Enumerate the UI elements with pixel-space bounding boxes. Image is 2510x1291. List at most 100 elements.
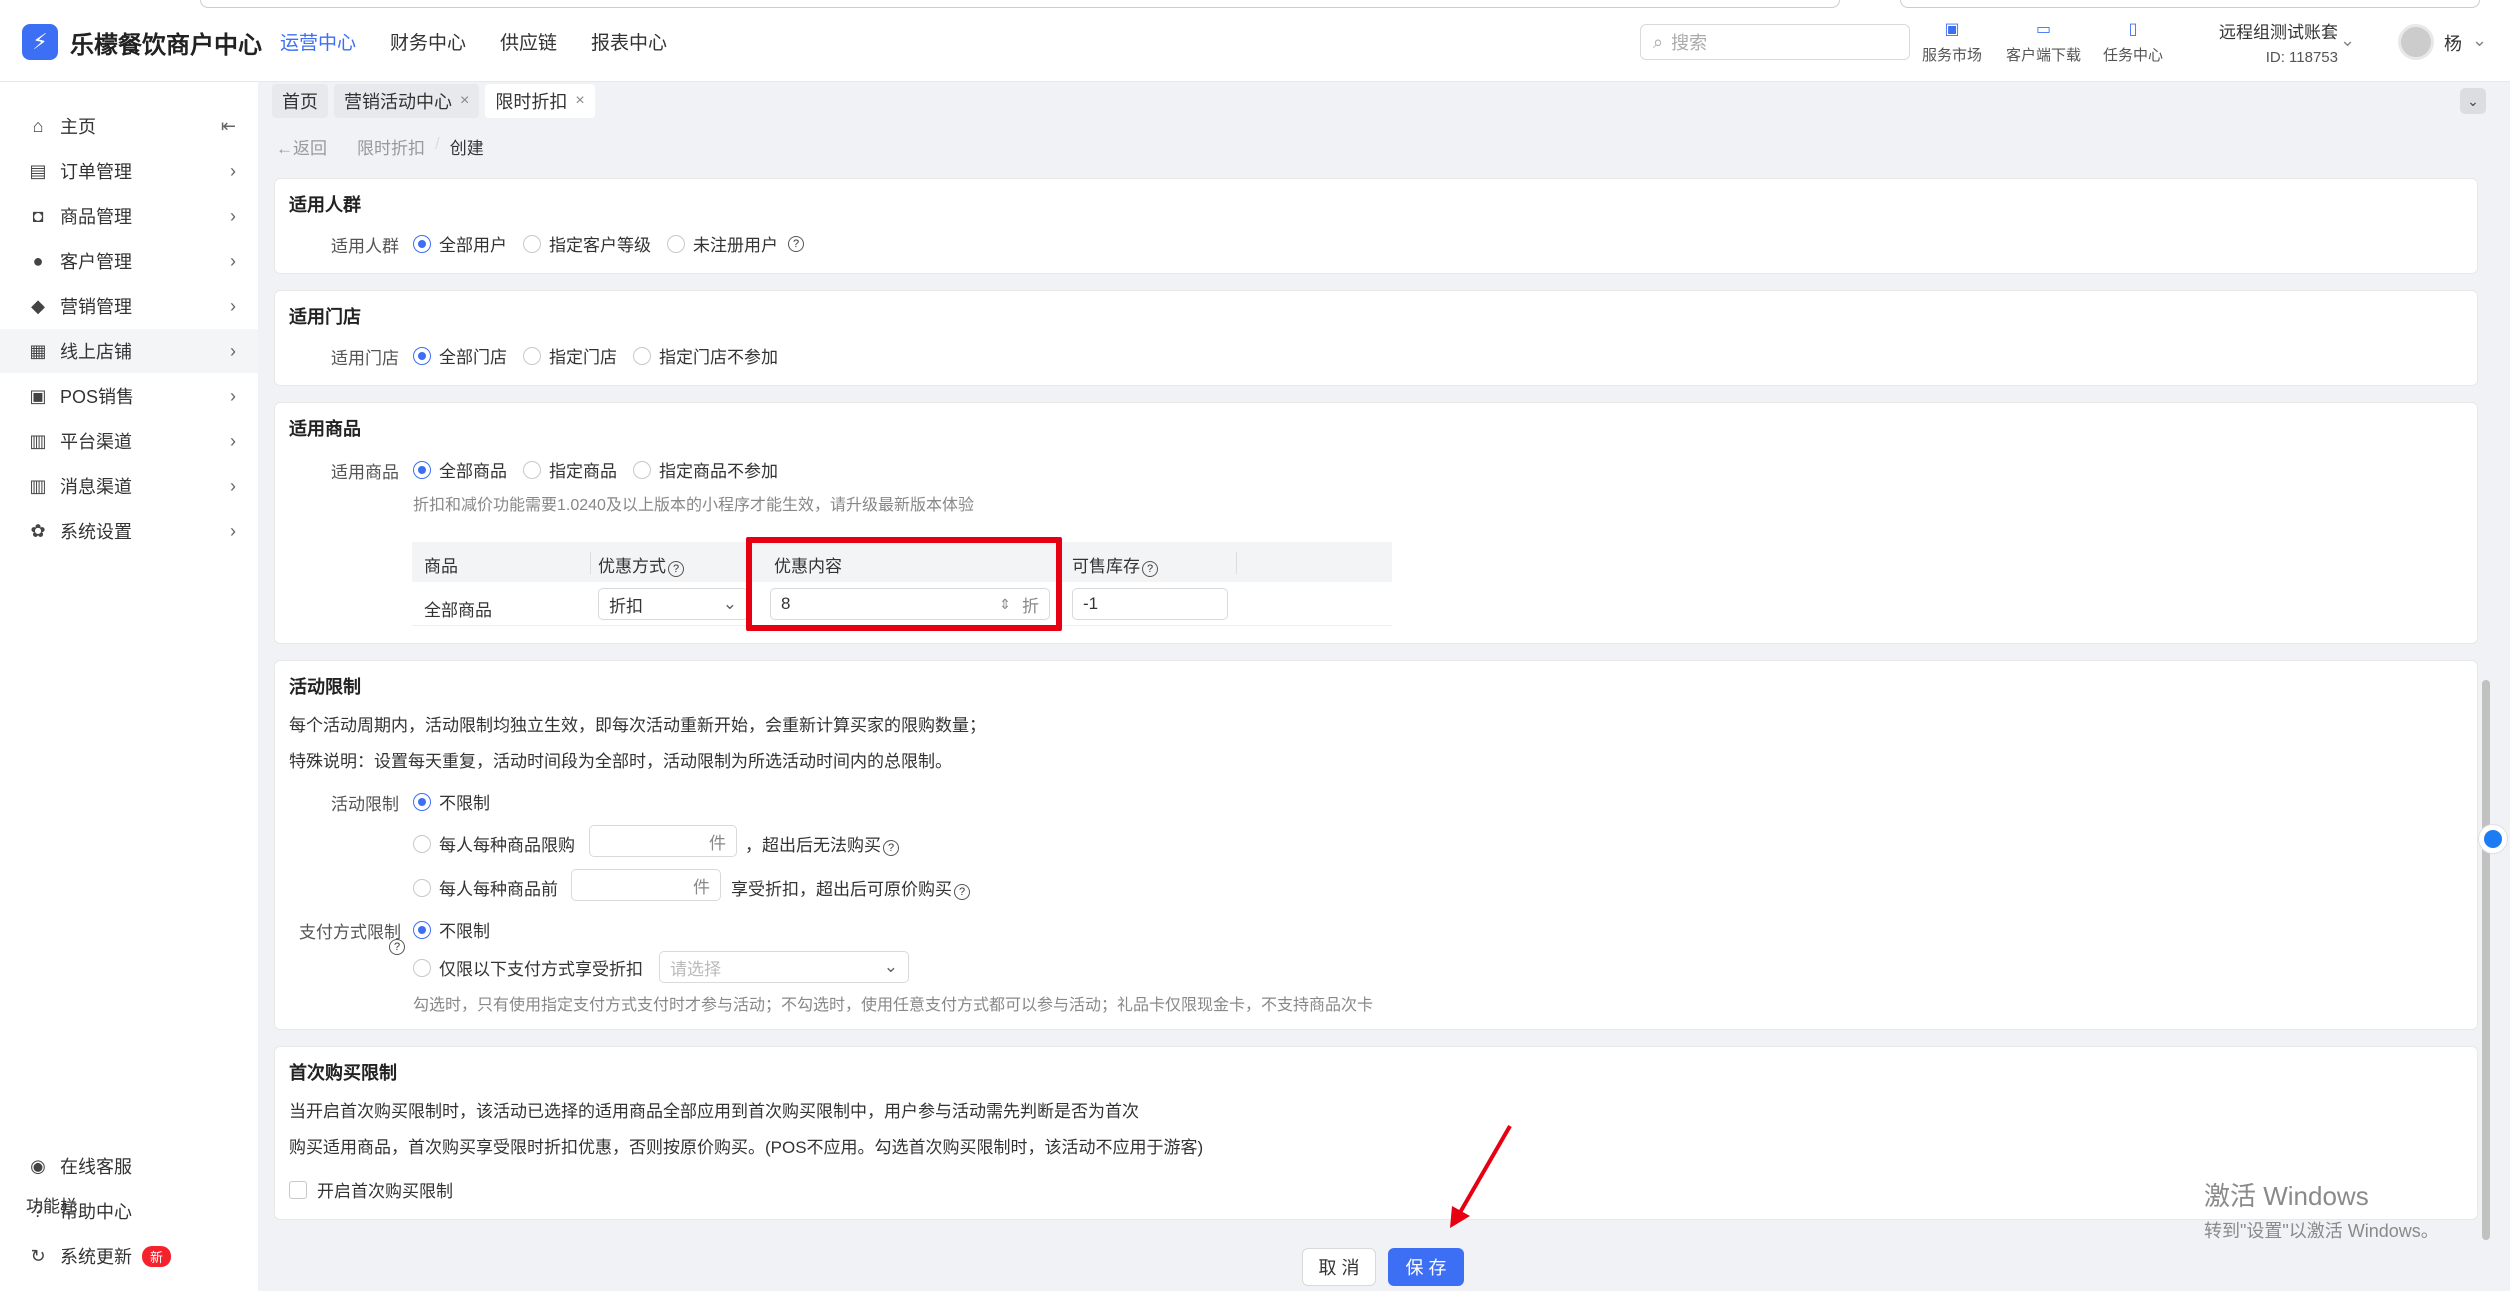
sidebar-item-platform-channels[interactable]: ▥ 平台渠道 › [0, 419, 258, 463]
radio-unregistered[interactable]: 未注册用户? [667, 231, 804, 256]
pay-limit-label: 支付方式限制 [299, 918, 401, 943]
close-icon[interactable]: × [575, 92, 584, 110]
pay-radio-none[interactable]: 不限制 [413, 917, 490, 942]
pay-radio-only[interactable]: 仅限以下支付方式享受折扣 [413, 955, 643, 980]
chat-float-button[interactable] [2478, 824, 2508, 854]
chevron-down-icon[interactable]: ⌄ [2472, 30, 2487, 51]
limit-first-suffix: 享受折扣，超出后可原价购买? [731, 875, 970, 900]
user-icon: ● [32, 250, 44, 271]
help-icon[interactable]: ? [668, 561, 684, 577]
footer-bar [258, 1234, 2510, 1291]
collapse-sidebar-icon[interactable]: ⇤ [221, 116, 236, 137]
scrollbar[interactable] [2482, 680, 2490, 1240]
help-icon[interactable]: ? [1142, 561, 1158, 577]
close-icon[interactable]: × [460, 92, 469, 110]
top-nav: 运营中心 财务中心 供应链 报表中心 [280, 28, 667, 55]
radio-dot [633, 346, 651, 365]
payment-method-select[interactable]: 请选择 ⌄ [659, 951, 909, 983]
radio-dot [413, 792, 431, 811]
radio-all-goods[interactable]: 全部商品 [413, 457, 507, 482]
nav-supply-chain[interactable]: 供应链 [500, 28, 557, 55]
sidebar-item-online-support[interactable]: ◉ 在线客服 [0, 1144, 258, 1188]
tool-task-center[interactable]: ▯ 任务中心 [2103, 18, 2163, 65]
help-icon[interactable]: ? [883, 840, 899, 856]
user-name[interactable]: 杨 [2444, 30, 2462, 56]
clipboard-icon: ▯ [2128, 21, 2138, 38]
breadcrumb-parent[interactable]: 限时折扣 [357, 134, 425, 159]
sidebar-item-products[interactable]: ◘ 商品管理 › [0, 194, 258, 238]
windows-activation-watermark: 激活 Windows 转到"设置"以激活 Windows。 [2204, 1176, 2439, 1243]
app-title: 乐檬餐饮商户中心 [70, 31, 262, 59]
sidebar-item-settings[interactable]: ✿ 系统设置 › [0, 509, 258, 553]
tab-bar: 首页 营销活动中心 × 限时折扣 × [272, 84, 595, 118]
sidebar-item-marketing[interactable]: ◆ 营销管理 › [0, 284, 258, 328]
radio-specified-stores[interactable]: 指定门店 [523, 343, 617, 368]
breadcrumb-current: 创建 [449, 139, 484, 158]
tab-home[interactable]: 首页 [272, 84, 328, 118]
chevron-down-icon[interactable]: ⌄ [2340, 30, 2355, 51]
sidebar-item-orders[interactable]: ▤ 订单管理 › [0, 149, 258, 193]
tab-label: 营销活动中心 [344, 92, 452, 112]
first-buy-checkbox[interactable]: 开启首次购买限制 [289, 1177, 453, 1202]
save-button[interactable]: 保 存 [1388, 1248, 1464, 1286]
help-icon[interactable]: ? [954, 884, 970, 900]
goods-radio-group: 全部商品 指定商品 指定商品不参加 [413, 457, 778, 482]
chevron-down-icon: ⌄ [883, 957, 898, 976]
suffix-text: ，超出后无法购买 [745, 836, 881, 855]
radio-customer-level[interactable]: 指定客户等级 [523, 231, 651, 256]
account-switcher[interactable]: 远程组测试账套 ID: 118753 [2218, 18, 2338, 66]
help-icon[interactable]: ? [788, 235, 804, 252]
radio-label: 未注册用户 [693, 236, 778, 255]
sidebar-item-label: 帮助中心 [60, 1202, 132, 1222]
help-icon: ? [32, 1200, 43, 1221]
sidebar-item-label: 订单管理 [60, 162, 132, 182]
radio-excluded-goods[interactable]: 指定商品不参加 [633, 457, 778, 482]
tab-dropdown-button[interactable]: ⌄ [2460, 88, 2486, 114]
logo-icon: ⚡ [22, 24, 58, 60]
tool-client-download[interactable]: ▭ 客户端下载 [2006, 18, 2081, 65]
th-product: 商品 [424, 557, 458, 576]
sidebar-item-home[interactable]: ⌂ 主页 ⇤ [0, 104, 258, 148]
sidebar-item-help[interactable]: ? 帮助中心 [0, 1189, 258, 1233]
sidebar-item-pos[interactable]: ▣ POS销售 › [0, 374, 258, 418]
radio-dot [413, 878, 431, 897]
radio-specified-goods[interactable]: 指定商品 [523, 457, 617, 482]
avatar[interactable] [2398, 24, 2434, 60]
limits-section: 活动限制 每个活动周期内，活动限制均独立生效，即每次活动重新开始，会重新计算买家… [274, 660, 2478, 1030]
tab-limited-discount[interactable]: 限时折扣 × [485, 84, 595, 118]
chevron-down-icon: ⌄ [2467, 92, 2479, 109]
first-buy-section: 首次购买限制 当开启首次购买限制时，该活动已选择的适用商品全部应用到首次购买限制… [274, 1046, 2478, 1220]
limit-radio-each[interactable]: 每人每种商品限购 [413, 831, 575, 856]
stock-input[interactable]: -1 [1072, 588, 1228, 620]
method-select[interactable]: 折扣 ⌄ [598, 588, 748, 620]
sidebar-item-message-channels[interactable]: ▥ 消息渠道 › [0, 464, 258, 508]
radio-all-stores[interactable]: 全部门店 [413, 343, 507, 368]
limit-radio-first[interactable]: 每人每种商品前 [413, 875, 558, 900]
payment-note: 勾选时，只有使用指定支付方式支付时才参与活动；不勾选时，使用任意支付方式都可以参… [413, 997, 1374, 1014]
back-link[interactable]: ←返回 [276, 134, 327, 159]
purchase-limit-input[interactable]: 件 [589, 825, 737, 857]
radio-excluded-stores[interactable]: 指定门店不参加 [633, 343, 778, 368]
cancel-button[interactable]: 取 消 [1302, 1248, 1376, 1286]
nav-finance[interactable]: 财务中心 [390, 28, 466, 55]
section-title: 首次购买限制 [289, 1063, 397, 1083]
limit-radio-none[interactable]: 不限制 [413, 789, 490, 814]
nav-operations[interactable]: 运营中心 [280, 28, 356, 55]
sidebar-item-online-store[interactable]: ▦ 线上店铺 › [0, 329, 258, 373]
sidebar-item-label: 在线客服 [60, 1157, 132, 1177]
search-input[interactable]: ⌕ 搜索 [1640, 24, 1910, 60]
sidebar-item-system-update[interactable]: ↻ 系统更新 新 [0, 1234, 258, 1278]
app-logo[interactable]: ⚡ 乐檬餐饮商户中心 [22, 24, 262, 60]
sidebar-item-label: 主页 [60, 117, 96, 137]
first-buy-desc: 当开启首次购买限制时，该活动已选择的适用商品全部应用到首次购买限制中，用户参与活… [289, 1102, 1139, 1121]
nav-reports[interactable]: 报表中心 [591, 28, 667, 55]
radio-dot [667, 234, 685, 253]
sidebar-item-customers[interactable]: ● 客户管理 › [0, 239, 258, 283]
help-icon[interactable]: ? [389, 939, 405, 955]
tool-service-market[interactable]: ▣ 服务市场 [1922, 18, 1982, 65]
radio-all-users[interactable]: 全部用户 [413, 231, 507, 256]
select-placeholder: 请选择 [670, 959, 721, 979]
tab-marketing-center[interactable]: 营销活动中心 × [334, 84, 480, 118]
discount-limit-input[interactable]: 件 [571, 869, 721, 901]
audience-section: 适用人群 适用人群 全部用户 指定客户等级 未注册用户? [274, 178, 2478, 274]
